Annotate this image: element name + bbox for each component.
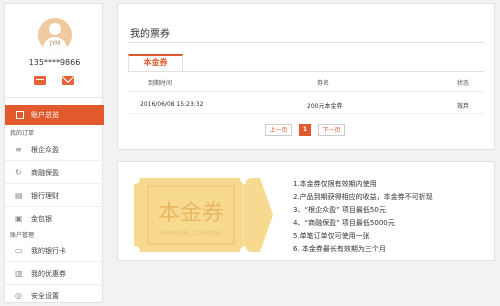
divider — [128, 71, 484, 72]
group-label-account: 账户管理 — [10, 232, 35, 239]
divider — [5, 206, 104, 207]
sidebar-item-jinbaoyin[interactable]: ▣ 金包银 — [5, 211, 104, 227]
avatar-head — [49, 23, 61, 35]
avatar[interactable]: JYM — [38, 18, 72, 52]
divider — [5, 261, 104, 262]
coupon-subtitle: PRINCIPAL COUPONS — [160, 230, 223, 237]
cell-expire: 2016/06/08 15:23:32 — [140, 101, 204, 108]
refresh-icon: ↻ — [15, 168, 22, 177]
rule-item: 3、“根企众盈” 项目最低50元 — [293, 206, 386, 214]
sidebar-item-coupons[interactable]: ▥ 我的优惠券 — [5, 266, 104, 282]
tab-principal-coupon[interactable]: 本金券 — [128, 54, 183, 71]
mail-icon[interactable] — [62, 76, 74, 85]
shield-icon: ◎ — [15, 291, 22, 300]
sidebar-item-bank-finance[interactable]: ▤ 银行理财 — [5, 188, 104, 204]
sidebar-item-bank-card[interactable]: ▭ 我的银行卡 — [5, 243, 104, 259]
next-page-button[interactable]: 下一页 — [318, 124, 345, 136]
bank-icon: ▤ — [15, 191, 23, 200]
sidebar-item-shangrong[interactable]: ↻ 商融保盈 — [5, 165, 104, 181]
coupon-info-panel: 本金券 PRINCIPAL COUPONS 1.本金券仅限有效期内使用 2.产品… — [117, 161, 495, 261]
sidebar-item-label: 商融保盈 — [31, 169, 59, 177]
user-phone: 135****9866 — [28, 58, 81, 67]
divider — [5, 183, 104, 184]
group-label-orders: 我的订单 — [10, 130, 35, 137]
divider — [5, 160, 104, 161]
avatar-initials: JYM — [49, 40, 61, 47]
sidebar-item-account-overview[interactable]: 账户总览 — [5, 105, 104, 125]
column-header-status: 状态 — [457, 80, 470, 87]
divider — [5, 284, 104, 285]
sidebar-item-label: 根企众盈 — [31, 146, 59, 154]
wallet-icon: ▣ — [15, 214, 23, 223]
rule-item: 4、“商融保盈” 项目最低5000元 — [293, 219, 395, 227]
card-icon: ▭ — [15, 246, 23, 255]
divider — [128, 113, 484, 114]
sidebar: JYM 135****9866 账户总览 我的订单 ≡ 根企众盈 ↻ 商融保盈 … — [4, 3, 104, 304]
rule-item: 6. 本金券最长有效期为三个月 — [293, 245, 386, 253]
cell-status: 效弃 — [457, 103, 470, 110]
column-header-expire: 到期时间 — [148, 80, 173, 87]
coupon-rules: 1.本金券仅限有效期内使用 2.产品到期获得相应的收益，本金券不可折现 3、“根… — [293, 178, 433, 256]
divider — [5, 97, 104, 98]
divider — [128, 91, 484, 92]
sidebar-item-label: 我的银行卡 — [31, 247, 66, 255]
prev-page-button[interactable]: 上一页 — [265, 124, 292, 136]
coupons-panel: 我的票券 本金券 到期时间 券名 状态 2016/06/08 15:23:32 … — [117, 3, 495, 150]
sidebar-item-label: 我的优惠券 — [31, 270, 66, 278]
page-title: 我的票券 — [130, 29, 170, 40]
column-header-name: 券名 — [317, 80, 330, 87]
id-card-icon[interactable] — [34, 76, 46, 85]
sidebar-item-label: 银行理财 — [31, 192, 59, 200]
coupon-ticket-image: 本金券 PRINCIPAL COUPONS — [134, 178, 273, 252]
sidebar-item-security[interactable]: ◎ 安全设置 — [5, 288, 104, 304]
page-number-current[interactable]: 1 — [299, 124, 311, 136]
sidebar-item-label: 账户总览 — [31, 111, 59, 119]
ticket-icon: ▥ — [15, 269, 23, 278]
rule-item: 5.单笔订单仅可使用一张 — [293, 232, 370, 240]
rule-item: 1.本金券仅限有效期内使用 — [293, 180, 377, 188]
sidebar-item-label: 金包银 — [31, 215, 52, 223]
sidebar-item-label: 安全设置 — [31, 292, 59, 300]
cell-name: 200元本金券 — [307, 103, 343, 110]
sidebar-item-genqi[interactable]: ≡ 根企众盈 — [5, 142, 104, 158]
list-icon: ≡ — [15, 145, 22, 154]
divider — [128, 42, 484, 43]
rule-item: 2.产品到期获得相应的收益，本金券不可折现 — [293, 193, 433, 201]
overview-icon — [16, 111, 24, 119]
coupon-title: 本金券 — [158, 201, 224, 226]
